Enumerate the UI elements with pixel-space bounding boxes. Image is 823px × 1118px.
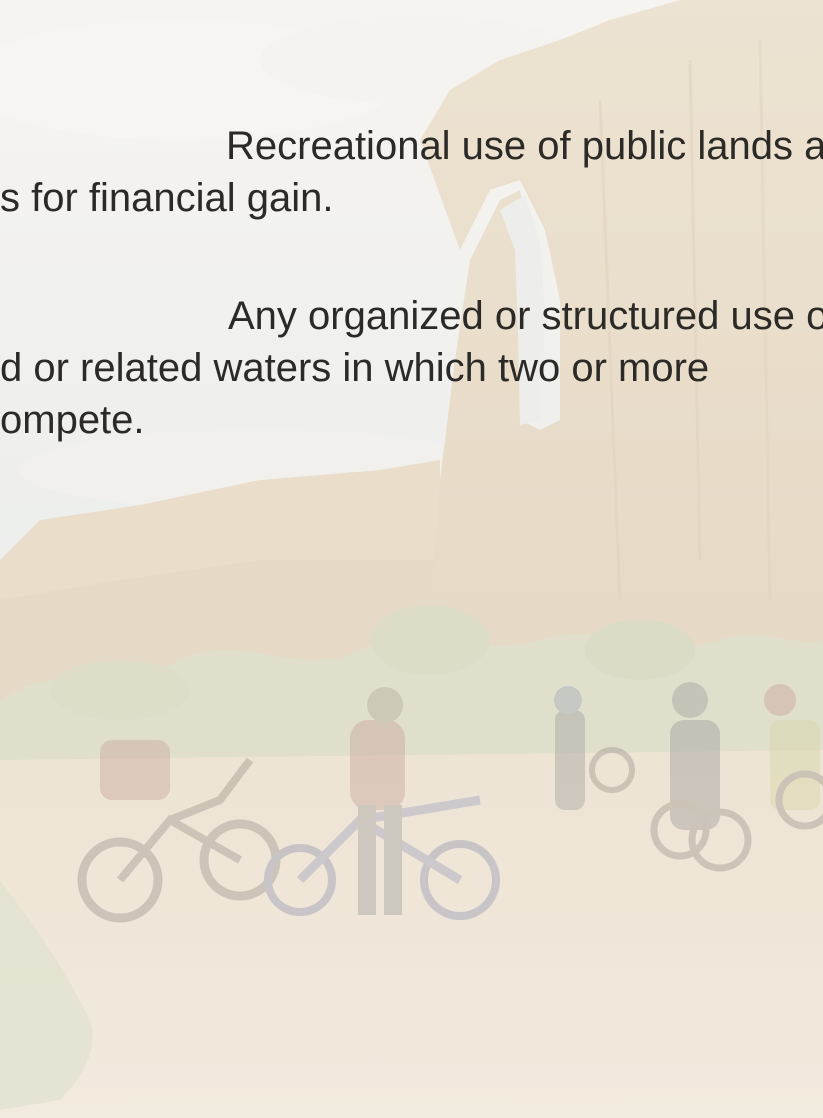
definition-commercial-use: Recreational use of public lands and s f…	[0, 120, 823, 224]
text-line: d or related waters in which two or more	[0, 346, 710, 390]
text-line: ompete.	[0, 398, 145, 442]
text-line: Recreational use of public lands and	[226, 124, 823, 168]
text-line: Any organized or structured use or event	[228, 294, 823, 338]
text-line: s for financial gain.	[0, 176, 334, 220]
slide: Recreational use of public lands and s f…	[0, 0, 823, 1118]
definition-competitive-event: Any organized or structured use or event…	[0, 290, 823, 446]
